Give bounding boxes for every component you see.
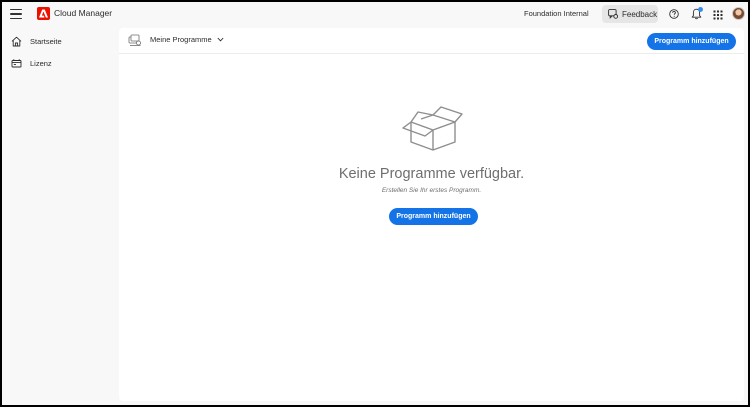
program-selector-label: Meine Programme: [150, 35, 212, 44]
feedback-icon: [608, 9, 618, 19]
app-title[interactable]: Cloud Manager: [54, 7, 112, 20]
app-window: Cloud Manager Foundation Internal Feedba…: [2, 2, 748, 405]
empty-state-title: Keine Programme verfügbar.: [338, 166, 525, 182]
sidebar-item-label: Lizenz: [30, 58, 52, 68]
home-icon: [11, 36, 22, 46]
top-bar: Cloud Manager Foundation Internal Feedba…: [2, 2, 748, 26]
sidebar: Startseite Lizenz: [2, 30, 116, 74]
add-program-button[interactable]: Programm hinzufügen: [647, 33, 736, 50]
feedback-button[interactable]: Feedback: [602, 5, 658, 23]
main-header: Meine Programme Programm hinzufügen: [119, 28, 744, 54]
license-icon: [11, 58, 22, 67]
sidebar-item-label: Startseite: [30, 36, 62, 46]
adobe-logo-icon: [37, 7, 50, 20]
org-switcher[interactable]: Foundation Internal: [524, 8, 589, 20]
program-icon: [128, 34, 141, 46]
hamburger-menu-icon[interactable]: [10, 8, 22, 20]
empty-state-subtitle: Erstellen Sie Ihr erstes Programm.: [381, 187, 482, 194]
chevron-down-icon: [217, 37, 224, 42]
user-avatar[interactable]: [732, 7, 745, 20]
sidebar-item-lizenz[interactable]: Lizenz: [2, 52, 116, 74]
empty-state-add-program-button[interactable]: Programm hinzufügen: [389, 208, 478, 225]
sidebar-item-startseite[interactable]: Startseite: [2, 30, 116, 52]
app-grid-icon[interactable]: [713, 10, 723, 20]
help-icon[interactable]: [669, 9, 679, 19]
empty-box-illustration: [402, 106, 463, 151]
main-panel: Meine Programme Programm hinzufügen Kein…: [119, 28, 744, 401]
program-selector[interactable]: Meine Programme: [150, 35, 224, 44]
notification-badge: [698, 7, 703, 12]
feedback-label: Feedback: [622, 9, 658, 19]
